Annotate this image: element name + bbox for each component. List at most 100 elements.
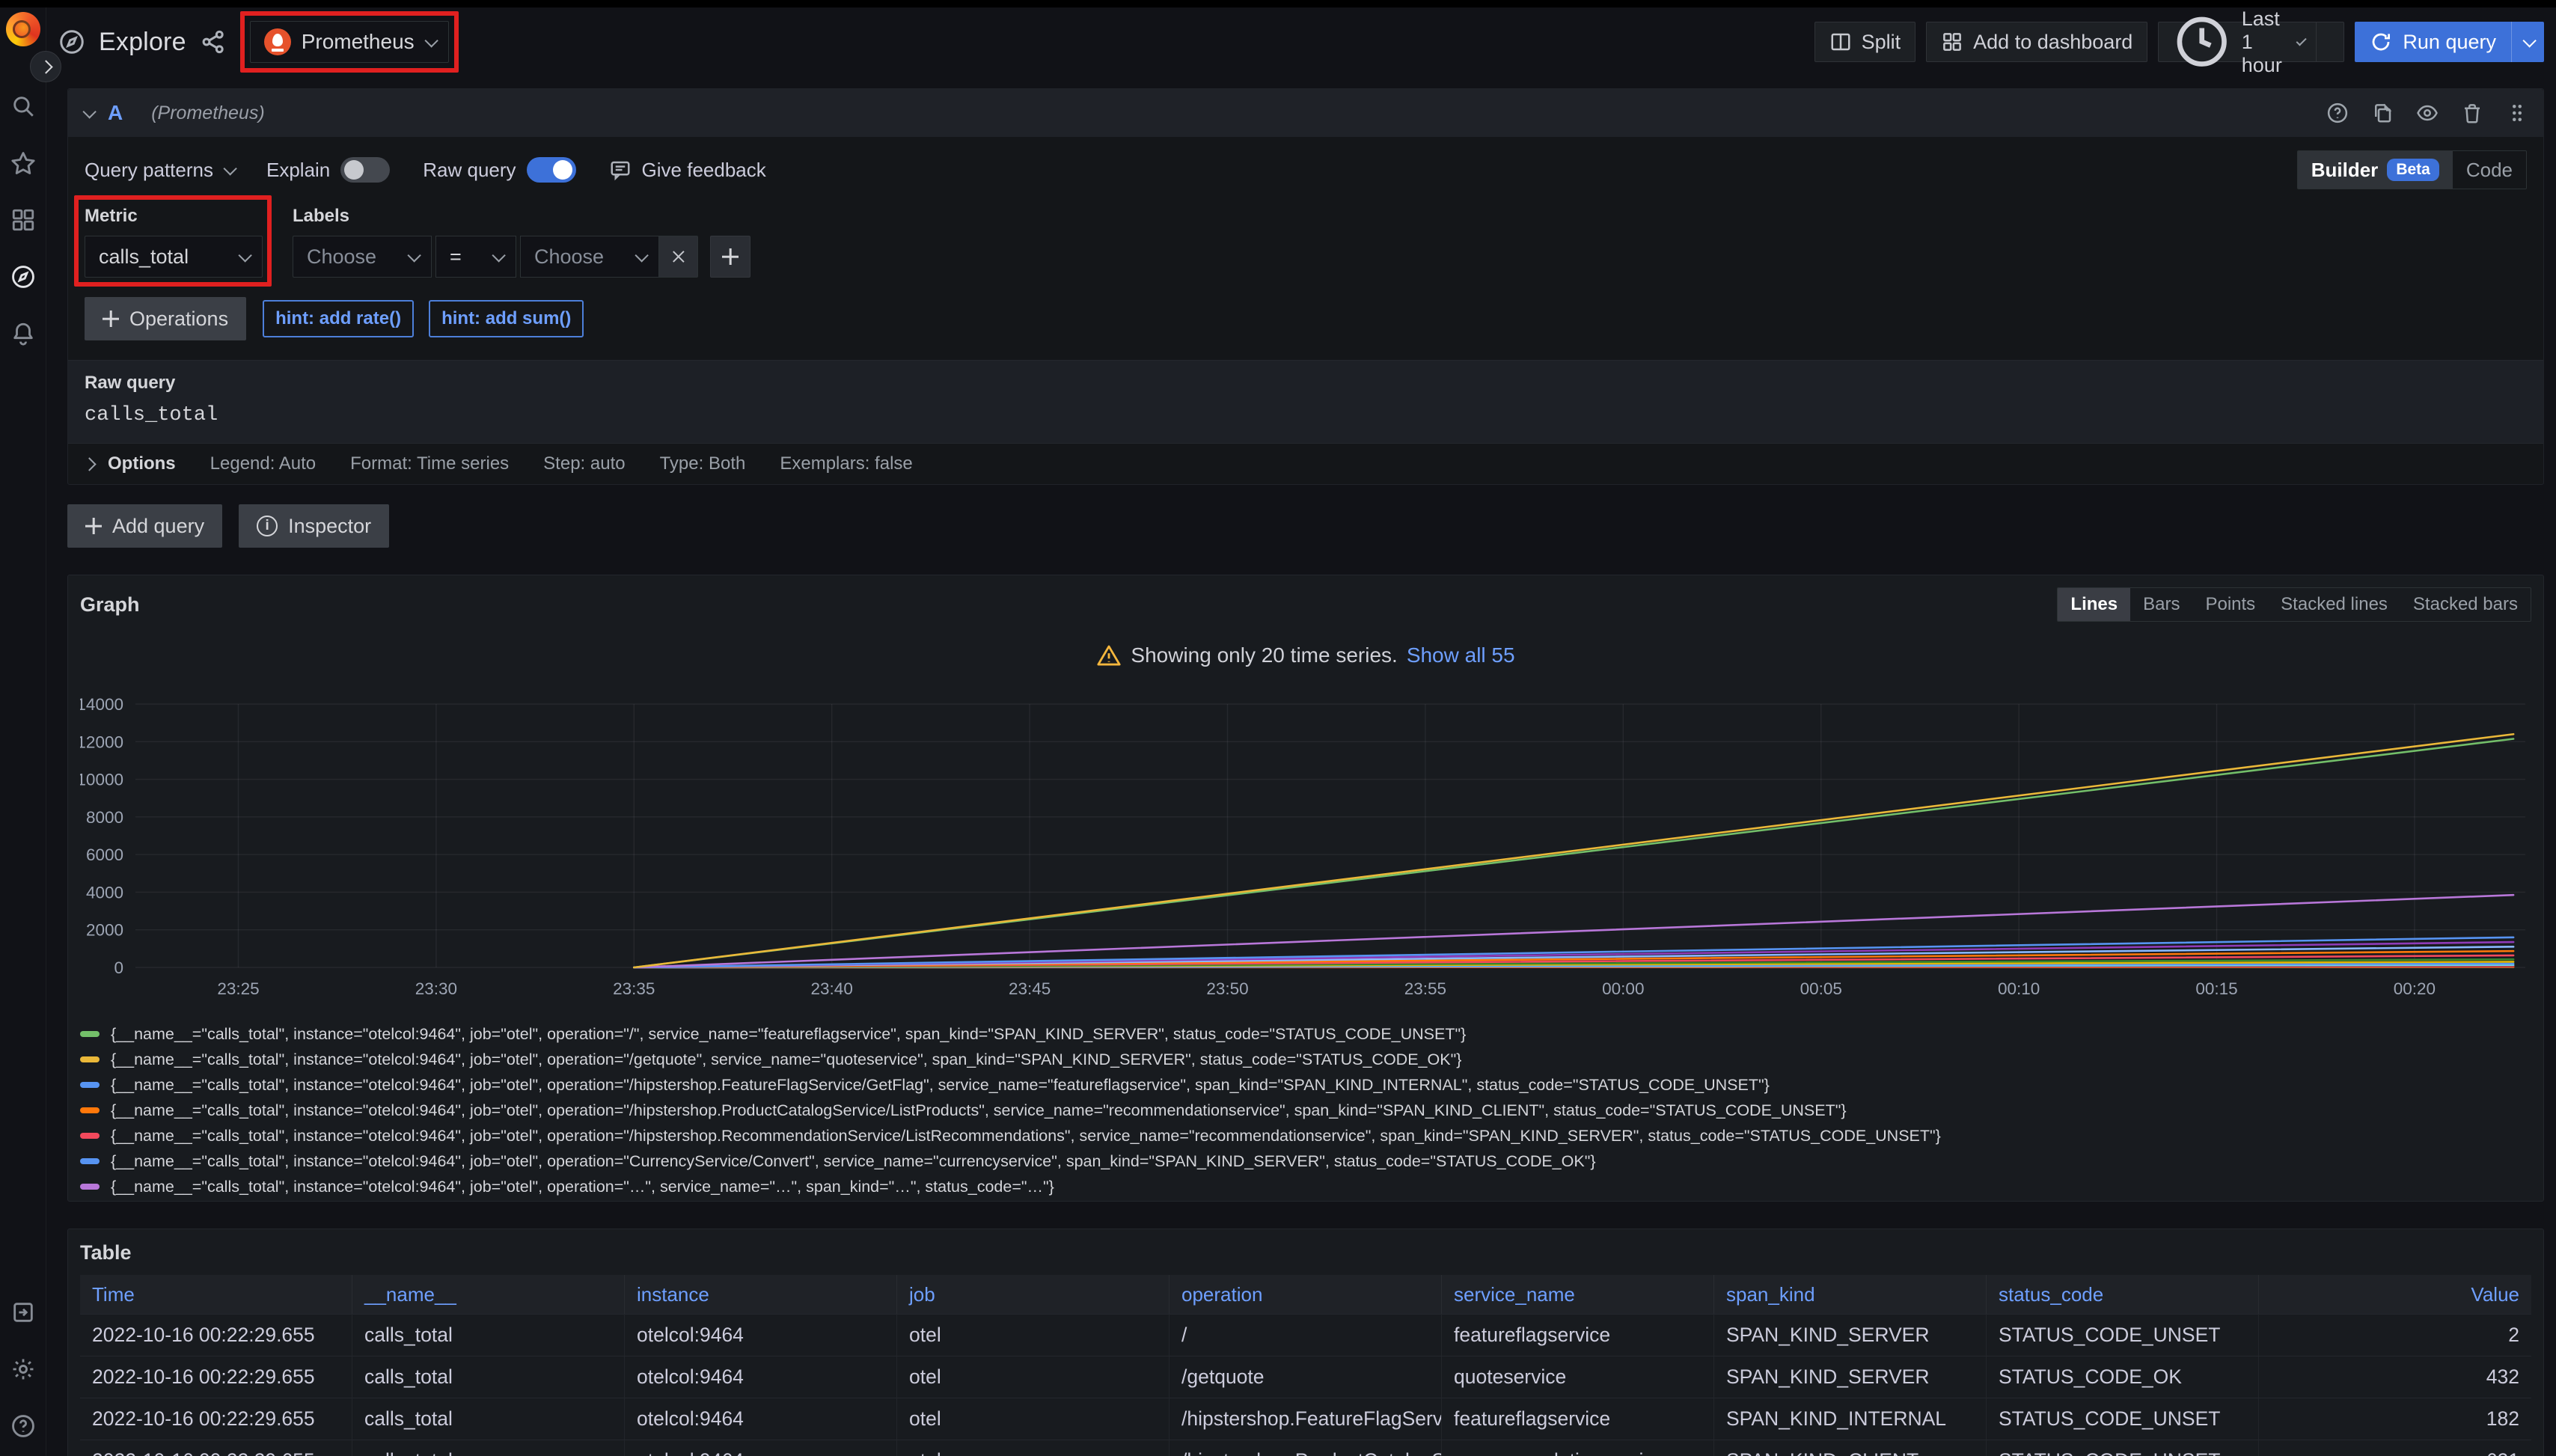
table-cell-r3-c7: STATUS_CODE_UNSET: [1987, 1440, 2259, 1456]
graph-mode-bars[interactable]: Bars: [2130, 588, 2192, 621]
legend-item-6[interactable]: {__name__="calls_total", instance="otelc…: [80, 1174, 2531, 1199]
label-value-select[interactable]: Choose: [520, 236, 659, 278]
code-tab[interactable]: Code: [2453, 151, 2526, 189]
split-button[interactable]: Split: [1814, 22, 1916, 62]
graph-mode-stacked-lines[interactable]: Stacked lines: [2268, 588, 2400, 621]
y-axis-tick-label: 12000: [80, 732, 123, 751]
show-all-series-link[interactable]: Show all 55: [1407, 643, 1515, 667]
explore-compass-icon[interactable]: [10, 263, 37, 290]
collapse-chevron-icon[interactable]: [82, 105, 96, 118]
drag-handle-icon[interactable]: [2506, 102, 2528, 124]
legend-item-3[interactable]: {__name__="calls_total", instance="otelc…: [80, 1098, 2531, 1123]
query-patterns-dropdown[interactable]: Query patterns: [85, 159, 233, 182]
duplicate-query-icon[interactable]: [2371, 102, 2394, 124]
table-header-spankind[interactable]: span_kind: [1714, 1275, 1987, 1314]
delete-query-trash-icon[interactable]: [2461, 102, 2483, 124]
plus-icon: [103, 311, 119, 327]
legend-item-4[interactable]: {__name__="calls_total", instance="otelc…: [80, 1123, 2531, 1148]
explore-title-compass-icon: [58, 28, 85, 55]
legend-item-2[interactable]: {__name__="calls_total", instance="otelc…: [80, 1072, 2531, 1098]
favorites-star-icon[interactable]: [10, 150, 37, 177]
x-axis-tick-label: 00:00: [1602, 979, 1644, 998]
graph-mode-lines[interactable]: Lines: [2058, 588, 2130, 621]
chevron-down-icon: [424, 34, 438, 47]
label-key-select[interactable]: Choose: [293, 236, 432, 278]
query-help-icon[interactable]: [2326, 102, 2349, 124]
options-label: Options: [108, 453, 176, 474]
table-cell-r2-c7: STATUS_CODE_UNSET: [1987, 1398, 2259, 1440]
disable-query-eye-icon[interactable]: [2416, 102, 2439, 124]
run-query-button-group: Run query: [2355, 22, 2544, 62]
remove-label-button[interactable]: [659, 236, 698, 278]
raw-query-toggle[interactable]: [527, 157, 576, 183]
top-strip: [0, 0, 2556, 7]
add-to-dashboard-label: Add to dashboard: [1973, 31, 2132, 54]
add-query-button[interactable]: Add query: [67, 504, 222, 548]
operations-label: Operations: [129, 308, 228, 331]
graph-mode-stacked-bars[interactable]: Stacked bars: [2400, 588, 2531, 621]
legend-item-1[interactable]: {__name__="calls_total", instance="otelc…: [80, 1047, 2531, 1072]
add-label-button[interactable]: [710, 236, 750, 278]
table-header-operation[interactable]: operation: [1170, 1275, 1442, 1314]
x-icon: [671, 249, 686, 264]
explore-toolbar: Explore Prometheus Split Add to dashboar…: [46, 7, 2556, 76]
chevron-down-icon: [492, 248, 505, 262]
table-cell-r2-c5: featureflagservice: [1442, 1398, 1714, 1440]
query-toolbar: Query patterns Explain Raw query Give fe…: [68, 137, 2543, 197]
help-icon[interactable]: [10, 1413, 37, 1440]
search-icon[interactable]: [10, 93, 37, 120]
metric-select[interactable]: calls_total: [85, 236, 263, 278]
table-header-job[interactable]: job: [897, 1275, 1170, 1314]
table-header-time[interactable]: Time: [80, 1275, 352, 1314]
table-cell-r3-c5: recommendationservice: [1442, 1440, 1714, 1456]
add-to-dashboard-button[interactable]: Add to dashboard: [1926, 22, 2147, 62]
label-operator-select[interactable]: =: [435, 236, 516, 278]
query-hint-button-0[interactable]: hint: add rate(): [263, 300, 414, 337]
table-cell-r3-c6: SPAN_KIND_CLIENT: [1714, 1440, 1987, 1456]
zoom-out-button[interactable]: [2316, 22, 2343, 61]
graph-mode-points[interactable]: Points: [2192, 588, 2268, 621]
table-cell-r0-c1: calls_total: [352, 1314, 625, 1356]
legend-item-0[interactable]: {__name__="calls_total", instance="otelc…: [80, 1021, 2531, 1047]
sidebar: [0, 7, 46, 1456]
query-editor: A (Prometheus) Query patterns Explain: [67, 88, 2544, 485]
option-summary-item: Step: auto: [543, 453, 625, 474]
add-operation-button[interactable]: Operations: [85, 297, 246, 340]
query-hints: hint: add rate() hint: add sum(): [263, 300, 584, 337]
builder-tab[interactable]: Builder Beta: [2298, 151, 2453, 189]
chevron-down-icon: [407, 248, 421, 262]
query-row-header[interactable]: A (Prometheus): [68, 89, 2543, 137]
table-header-instance[interactable]: instance: [625, 1275, 897, 1314]
table-header-statuscode[interactable]: status_code: [1987, 1275, 2259, 1314]
y-axis-tick-label: 4000: [86, 883, 123, 902]
settings-gear-icon[interactable]: [10, 1356, 37, 1383]
alerting-bell-icon[interactable]: [10, 320, 37, 347]
explain-toggle[interactable]: [340, 157, 390, 183]
x-axis-tick-label: 23:40: [811, 979, 853, 998]
explain-toggle-group: Explain: [266, 157, 390, 183]
metric-value: calls_total: [99, 245, 189, 269]
table-cell-r2-c1: calls_total: [352, 1398, 625, 1440]
table-header-value[interactable]: Value: [2259, 1275, 2531, 1314]
run-query-button[interactable]: Run query: [2355, 22, 2511, 62]
time-range-group: Last 1 hour: [2158, 22, 2344, 62]
time-range-button[interactable]: Last 1 hour: [2159, 22, 2316, 61]
inspector-button[interactable]: i Inspector: [239, 504, 389, 548]
datasource-picker[interactable]: Prometheus: [250, 21, 449, 63]
grafana-logo[interactable]: [6, 12, 40, 46]
label-value-placeholder: Choose: [534, 245, 604, 269]
table-header-servicename[interactable]: service_name: [1442, 1275, 1714, 1314]
sign-in-icon[interactable]: [10, 1299, 37, 1326]
time-series-chart[interactable]: 0200040006000800010000120001400023:2523:…: [80, 688, 2531, 1017]
give-feedback-link[interactable]: Give feedback: [609, 159, 766, 182]
table-header-name[interactable]: __name__: [352, 1275, 625, 1314]
legend-series-color: [80, 1158, 100, 1164]
share-icon[interactable]: [200, 28, 227, 55]
dashboards-icon[interactable]: [10, 207, 37, 233]
x-axis-tick-label: 23:50: [1206, 979, 1248, 998]
legend-item-5[interactable]: {__name__="calls_total", instance="otelc…: [80, 1148, 2531, 1174]
query-hint-button-1[interactable]: hint: add sum(): [429, 300, 584, 337]
sidebar-expand-button[interactable]: [30, 51, 61, 82]
run-query-dropdown[interactable]: [2511, 22, 2544, 62]
options-toggle[interactable]: Options: [85, 453, 176, 474]
